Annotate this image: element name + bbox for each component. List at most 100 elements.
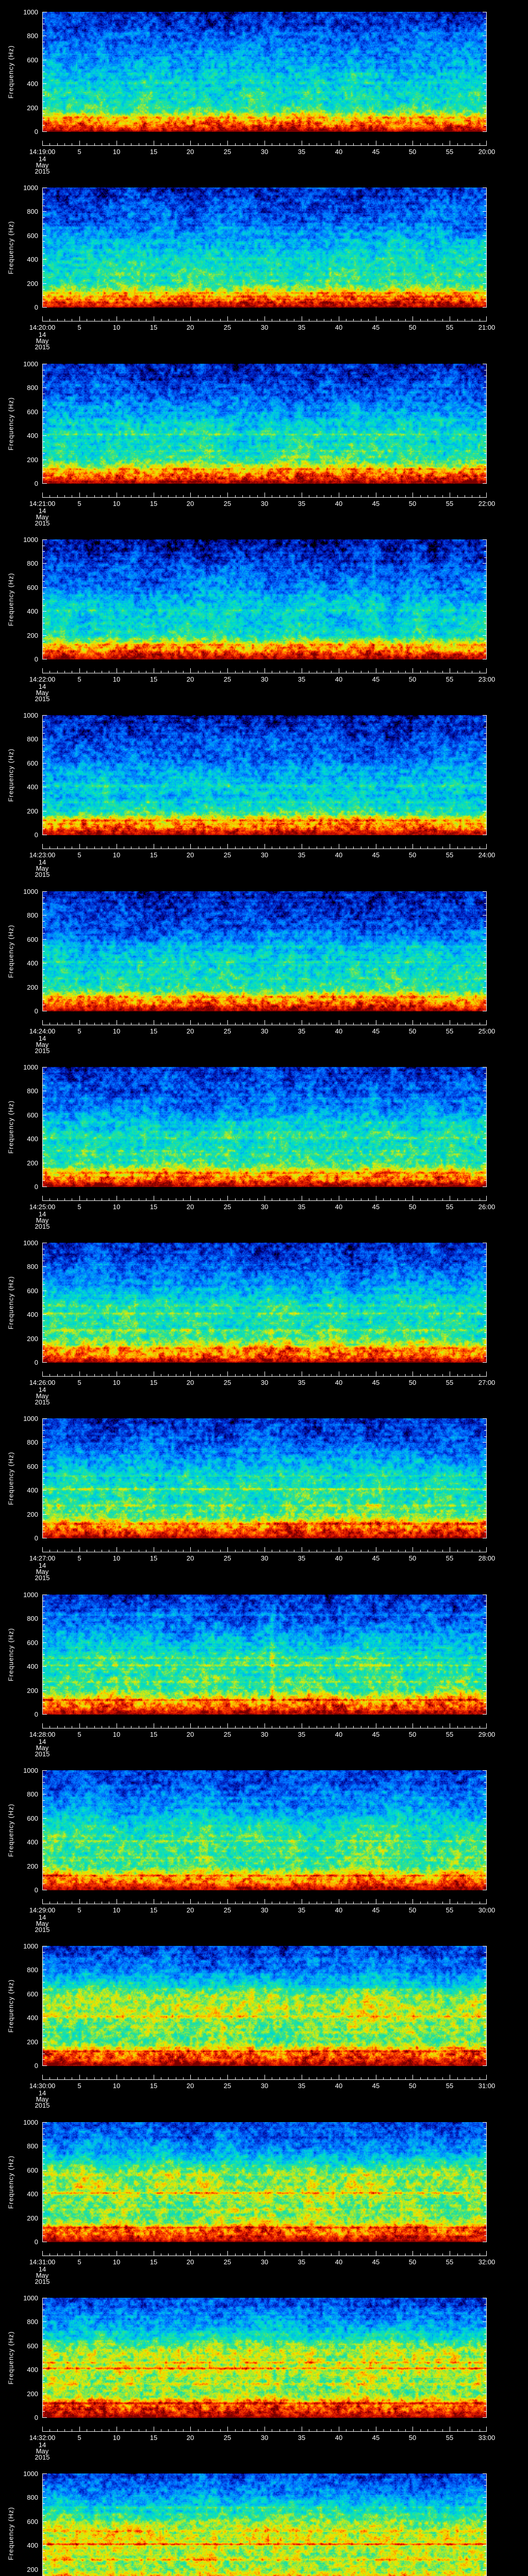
y-tick-label: 600 bbox=[27, 2518, 38, 2526]
x-axis-4 bbox=[42, 668, 487, 673]
y-tick-label: 200 bbox=[27, 1862, 38, 1870]
spectrogram-canvas-13 bbox=[42, 2122, 487, 2242]
y-tick-label: 200 bbox=[27, 1159, 38, 1167]
y-tick-label: 1000 bbox=[23, 1063, 38, 1071]
spectrogram-panel-6: Frequency (Hz) 0 200 400 600 800 1000 14:24:00 5… bbox=[0, 879, 528, 1055]
y-tick-label: 400 bbox=[27, 1311, 38, 1318]
y-tick-label: 800 bbox=[27, 2318, 38, 2326]
x-end-time-label: 22:00 bbox=[478, 500, 496, 507]
x-axis-9 bbox=[42, 1547, 487, 1552]
y-axis-title: Frequency (Hz) bbox=[7, 1979, 15, 2033]
spectrogram-canvas-14 bbox=[42, 2298, 487, 2418]
x-axis-14 bbox=[42, 2427, 487, 2432]
spectrogram-panel-2: Frequency (Hz) 0 200 400 600 800 1000 14:20:00 5… bbox=[0, 176, 528, 351]
spectrogram-canvas-11 bbox=[42, 1770, 487, 1890]
y-tick-label: 200 bbox=[27, 2390, 38, 2398]
spectrogram-panel-3: Frequency (Hz) 0 200 400 600 800 1000 14:21:00 5… bbox=[0, 352, 528, 528]
spectrogram-panel-1: Frequency (Hz) 0 200 400 600 800 1000 14:19:00 5… bbox=[0, 0, 528, 176]
y-tick-label: 400 bbox=[27, 432, 38, 439]
date-line: 2015 bbox=[35, 1926, 50, 1934]
spectrogram-canvas-10 bbox=[42, 1595, 487, 1715]
spectrogram-canvas-15 bbox=[42, 2473, 487, 2576]
x-end-time-label: 26:00 bbox=[478, 1203, 496, 1211]
x-axis-13 bbox=[42, 2251, 487, 2256]
spectrogram-canvas-12 bbox=[42, 1946, 487, 2066]
y-tick-label: 600 bbox=[27, 936, 38, 943]
y-tick-label: 200 bbox=[27, 2566, 38, 2573]
spectrogram-canvas-5 bbox=[42, 715, 487, 835]
y-tick-label: 200 bbox=[27, 456, 38, 464]
date-line: 2015 bbox=[35, 2453, 50, 2461]
y-tick-label: 800 bbox=[27, 2142, 38, 2150]
x-axis-2 bbox=[42, 316, 487, 321]
y-axis-title: Frequency (Hz) bbox=[7, 748, 15, 802]
y-tick-label: 200 bbox=[27, 632, 38, 639]
y-tick-label: 400 bbox=[27, 1135, 38, 1143]
y-axis-title: Frequency (Hz) bbox=[7, 1100, 15, 1154]
x-end-time-label: 32:00 bbox=[478, 2258, 496, 2266]
y-tick-label: 1000 bbox=[23, 1591, 38, 1599]
spectrogram-canvas-7 bbox=[42, 1067, 487, 1187]
date-line: 2015 bbox=[35, 2278, 50, 2285]
y-tick-label: 600 bbox=[27, 759, 38, 767]
y-tick-label: 800 bbox=[27, 1790, 38, 1798]
y-tick-label: 0 bbox=[34, 655, 38, 663]
y-tick-label: 1000 bbox=[23, 2119, 38, 2126]
y-tick-label: 0 bbox=[34, 1710, 38, 1718]
x-end-time-label: 29:00 bbox=[478, 1731, 496, 1738]
y-tick-label: 400 bbox=[27, 1486, 38, 1494]
date-line: 2015 bbox=[35, 2102, 50, 2109]
y-tick-label: 600 bbox=[27, 408, 38, 416]
y-tick-label: 0 bbox=[34, 1886, 38, 1894]
y-tick-label: 400 bbox=[27, 2014, 38, 2022]
spectrogram-canvas-1 bbox=[42, 12, 487, 132]
x-axis-12 bbox=[42, 2075, 487, 2080]
y-axis-title: Frequency (Hz) bbox=[7, 924, 15, 978]
spectrogram-panel-11: Frequency (Hz) 0 200 400 600 800 1000 14:29:00 5… bbox=[0, 1758, 528, 1934]
y-axis-title: Frequency (Hz) bbox=[7, 1276, 15, 1330]
y-tick-label: 400 bbox=[27, 256, 38, 263]
date-line: 2015 bbox=[35, 1750, 50, 1758]
y-tick-label: 800 bbox=[27, 560, 38, 567]
y-axis-title: Frequency (Hz) bbox=[7, 1803, 15, 1857]
y-tick-label: 600 bbox=[27, 2166, 38, 2174]
x-axis-3 bbox=[42, 493, 487, 498]
y-tick-label: 1000 bbox=[23, 1942, 38, 1950]
y-tick-label: 200 bbox=[27, 104, 38, 112]
y-tick-label: 400 bbox=[27, 80, 38, 88]
spectrogram-canvas-6 bbox=[42, 891, 487, 1011]
y-tick-label: 400 bbox=[27, 1663, 38, 1670]
y-tick-label: 1000 bbox=[23, 1239, 38, 1247]
spectrogram-panel-12: Frequency (Hz) 0 200 400 600 800 1000 14:30:00 5… bbox=[0, 1934, 528, 2110]
spectrogram-panel-8: Frequency (Hz) 0 200 400 600 800 1000 14:26:00 5… bbox=[0, 1231, 528, 1406]
y-tick-label: 800 bbox=[27, 911, 38, 919]
spectrogram-stack: Frequency (Hz) 0 200 400 600 800 1000 14:19:00 5… bbox=[0, 0, 528, 2576]
x-axis-8 bbox=[42, 1371, 487, 1377]
date-line: 2015 bbox=[35, 343, 50, 351]
y-tick-label: 1000 bbox=[23, 360, 38, 368]
y-tick-label: 1000 bbox=[23, 8, 38, 16]
y-tick-label: 800 bbox=[27, 1615, 38, 1622]
y-tick-label: 400 bbox=[27, 2190, 38, 2198]
y-tick-label: 0 bbox=[34, 1534, 38, 1542]
y-tick-label: 600 bbox=[27, 56, 38, 64]
y-tick-label: 800 bbox=[27, 208, 38, 215]
x-axis-5 bbox=[42, 844, 487, 849]
spectrogram-panel-10: Frequency (Hz) 0 200 400 600 800 1000 14:28:00 5… bbox=[0, 1583, 528, 1758]
y-axis-title: Frequency (Hz) bbox=[7, 2506, 15, 2561]
x-end-time-label: 30:00 bbox=[478, 1906, 496, 1914]
y-tick-label: 1000 bbox=[23, 711, 38, 719]
y-tick-label: 600 bbox=[27, 1815, 38, 1822]
x-end-time-label: 27:00 bbox=[478, 1379, 496, 1386]
spectrogram-canvas-8 bbox=[42, 1243, 487, 1363]
y-tick-label: 0 bbox=[34, 303, 38, 311]
x-end-time-label: 33:00 bbox=[478, 2434, 496, 2442]
y-tick-label: 200 bbox=[27, 1511, 38, 1518]
y-axis-title: Frequency (Hz) bbox=[7, 2155, 15, 2209]
x-axis-11 bbox=[42, 1899, 487, 1904]
y-tick-label: 200 bbox=[27, 807, 38, 815]
date-line: 2015 bbox=[35, 695, 50, 703]
y-tick-label: 600 bbox=[27, 1639, 38, 1647]
y-tick-label: 600 bbox=[27, 1111, 38, 1119]
spectrogram-panel-5: Frequency (Hz) 0 200 400 600 800 1000 14:23:00 5… bbox=[0, 703, 528, 879]
